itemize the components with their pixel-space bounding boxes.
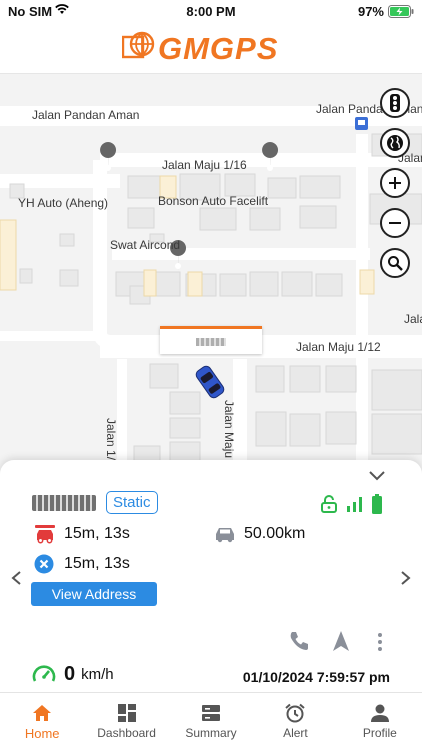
mileage: 50.00km	[244, 525, 306, 542]
tab-label: Dashboard	[97, 726, 156, 740]
view-address-button[interactable]: View Address	[31, 582, 157, 606]
tab-label: Summary	[185, 726, 237, 740]
place-label: YH Auto (Aheng)	[18, 196, 109, 210]
zoom-in-icon	[389, 177, 401, 189]
next-arrow-icon[interactable]	[400, 570, 412, 586]
speed-value: 0	[64, 663, 76, 685]
stop-icon	[34, 554, 54, 574]
car-icon	[216, 528, 234, 543]
profile-icon	[370, 704, 389, 722]
vehicle-plate-redacted	[32, 494, 96, 511]
bottom-tab-bar: Home Dashboard Summary Alert Profile	[0, 692, 422, 750]
gmgps-logo: GMGPS	[121, 30, 302, 66]
app-header: GMGPS	[0, 24, 422, 74]
idle-duration-row: 15m, 13s	[34, 524, 130, 544]
app-screen: No SIM 8:00 PM 97% GMGPS Jalan Pandan Am…	[0, 0, 422, 750]
stop-duration: 15m, 13s	[64, 555, 130, 572]
logo-text: GMGPS	[158, 31, 279, 66]
signal-icon	[347, 497, 362, 512]
more-options-icon[interactable]	[376, 632, 384, 652]
vehicle-title-row: Static	[32, 491, 158, 514]
stop-duration-row: 15m, 13s	[34, 554, 130, 574]
tab-alert[interactable]: Alert	[253, 693, 337, 750]
zoom-out-icon	[389, 222, 401, 224]
road-label: Jala	[404, 312, 422, 326]
speedometer-icon	[32, 664, 56, 682]
dashboard-icon	[117, 704, 136, 722]
road-label: Jalan Maju 1/16	[162, 158, 247, 172]
zoom-in-button[interactable]	[380, 168, 410, 198]
tab-dashboard[interactable]: Dashboard	[84, 693, 168, 750]
speed-row: 0 km/h	[32, 663, 114, 686]
mileage-row: 50.00km	[214, 525, 305, 543]
navigate-icon[interactable]	[332, 630, 350, 652]
map-type-button[interactable]	[380, 128, 410, 158]
road-label: Jalan Pandan Aman	[32, 108, 140, 122]
zoom-out-button[interactable]	[380, 208, 410, 238]
map-canvas	[0, 106, 422, 474]
status-bar: No SIM 8:00 PM 97%	[0, 0, 422, 24]
plate-redacted	[196, 337, 226, 346]
last-update-timestamp: 01/10/2024 7:59:57 pm	[242, 669, 390, 685]
phone-icon[interactable]	[288, 630, 310, 652]
place-label: Swat Aircond	[110, 238, 181, 252]
battery-percent: 97%	[357, 4, 384, 19]
tab-label: Home	[24, 726, 60, 741]
tab-summary[interactable]: Summary	[169, 693, 253, 750]
speed-unit: km/h	[81, 666, 114, 683]
globe-logo-icon	[121, 31, 155, 59]
tab-label: Profile	[362, 726, 397, 740]
alarm-icon	[285, 703, 306, 723]
search-icon	[388, 256, 403, 271]
tab-label: Alert	[283, 726, 308, 740]
search-map-button[interactable]	[380, 248, 410, 278]
device-battery-icon	[372, 494, 382, 514]
globe-icon	[387, 135, 403, 151]
map-view[interactable]: Jalan Pandan Aman Jalan Pandan Aman Jala…	[0, 74, 422, 478]
idle-duration: 15m, 13s	[64, 525, 130, 542]
home-icon	[33, 705, 52, 721]
battery-icon	[388, 5, 414, 21]
tab-profile[interactable]: Profile	[338, 693, 422, 750]
traffic-button[interactable]	[380, 88, 410, 118]
summary-icon	[202, 705, 221, 721]
unlock-icon	[321, 495, 337, 513]
collapse-chevron-icon[interactable]	[368, 470, 386, 482]
status-badge: Static	[106, 491, 158, 514]
vehicle-info-card: Static 15m, 13s 50.00km 15m, 13s View Ad…	[0, 460, 422, 692]
device-status-icons	[320, 494, 382, 514]
place-label: Bonson Auto Facelift	[158, 194, 269, 208]
previous-arrow-icon[interactable]	[10, 570, 22, 586]
car-idle-icon	[35, 525, 55, 544]
road-label: Jalan Maju 1/12	[296, 340, 381, 354]
traffic-icon	[390, 94, 400, 112]
tab-home[interactable]: Home	[0, 693, 84, 750]
vehicle-plate-popup[interactable]	[160, 326, 262, 354]
